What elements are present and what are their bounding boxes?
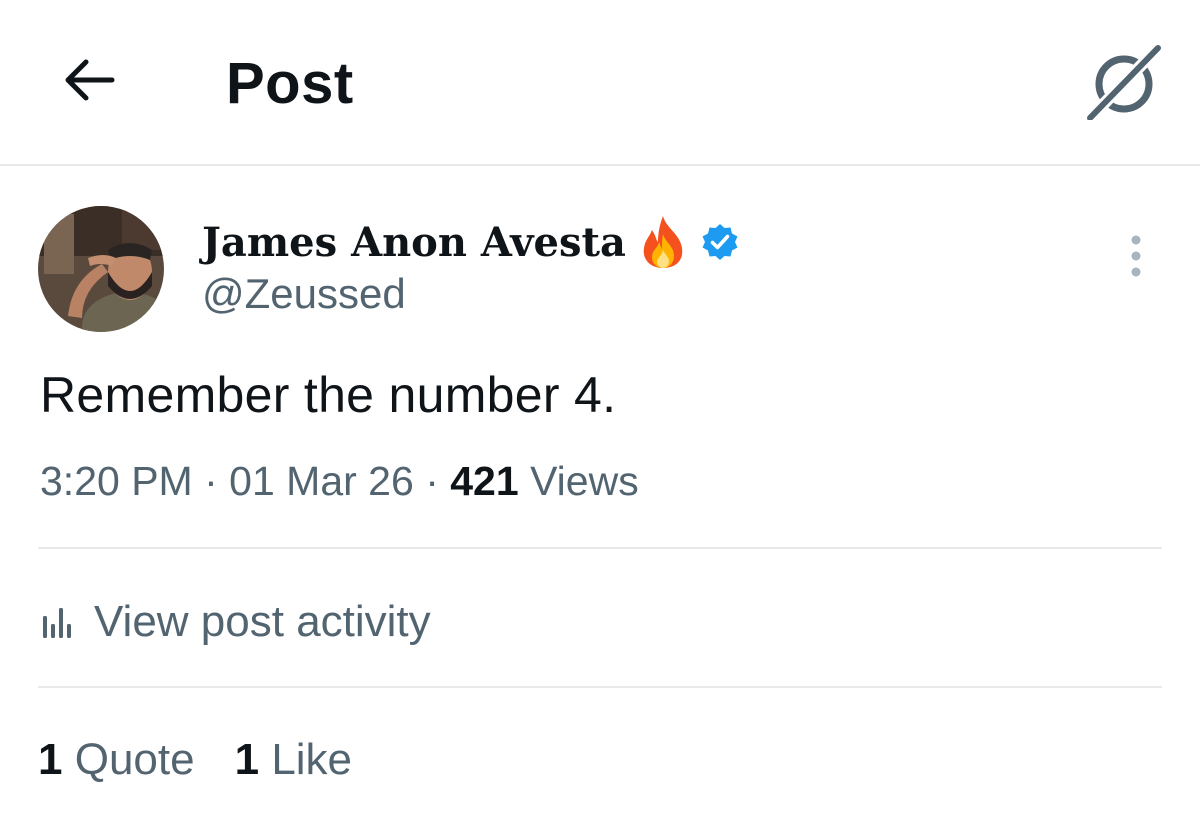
verified-badge-icon[interactable] <box>700 222 740 262</box>
likes-stat[interactable]: 1 Like <box>235 735 352 785</box>
grok-icon <box>1086 44 1162 120</box>
post-text: Remember the number 4. <box>40 367 617 423</box>
author-handle[interactable]: @Zeussed <box>202 270 406 318</box>
post-time[interactable]: 3:20 PM <box>40 458 193 504</box>
views-label: Views <box>530 458 639 504</box>
separator-dot: · <box>204 458 218 504</box>
post-metadata: 3:20 PM · 01 Mar 26 · 421 Views <box>40 458 639 505</box>
likes-label: Like <box>271 735 353 784</box>
fire-emoji <box>638 214 688 270</box>
page-title: Post <box>226 51 354 116</box>
quotes-count: 1 <box>38 735 63 784</box>
back-button[interactable] <box>56 48 120 112</box>
more-vertical-icon <box>1131 235 1141 277</box>
bar-chart-icon <box>43 608 71 638</box>
likes-count: 1 <box>234 735 260 784</box>
grok-button[interactable] <box>1084 42 1164 122</box>
engagement-stats: 1 Quote 1 Like <box>38 728 352 792</box>
author-name-row: James Anon Avesta <box>202 212 740 272</box>
post-detail-page: Post James Anon Avesta @Zeussed Remember… <box>0 0 1200 840</box>
display-name[interactable]: James Anon Avesta <box>202 219 626 266</box>
avatar-image <box>38 206 164 332</box>
avatar[interactable] <box>38 206 164 332</box>
divider <box>38 547 1162 549</box>
quotes-label: Quote <box>74 735 195 784</box>
separator-dot: · <box>425 458 439 504</box>
divider <box>38 686 1162 688</box>
views-count: 421 <box>450 458 519 504</box>
quotes-stat[interactable]: 1 Quote <box>38 735 195 785</box>
more-options-button[interactable] <box>1116 228 1156 284</box>
view-post-activity-button[interactable]: View post activity <box>40 590 431 654</box>
view-post-activity-label: View post activity <box>94 597 431 646</box>
arrow-left-icon <box>65 59 115 101</box>
top-app-bar: Post <box>0 0 1200 166</box>
post-date[interactable]: 01 Mar 26 <box>229 458 414 504</box>
